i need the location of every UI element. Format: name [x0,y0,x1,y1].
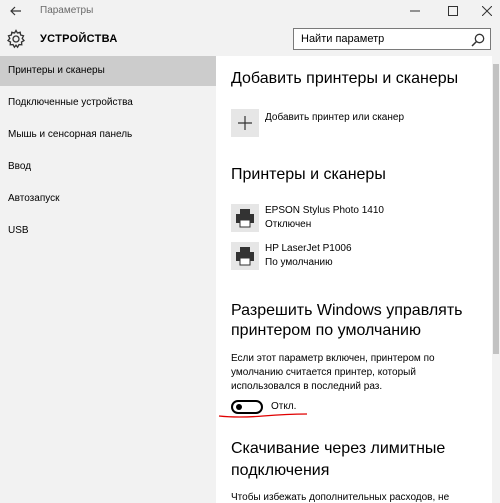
scrollbar-thumb[interactable] [493,64,499,354]
title-bar: Параметры [0,0,500,22]
add-printers-heading: Добавить принтеры и сканеры [231,70,459,87]
toggle-state-label: Откл. [271,401,297,412]
sidebar-item-label: Автозапуск [8,193,60,204]
maximize-icon [448,6,458,16]
sidebar-item-label: USB [8,225,29,236]
add-printer-button[interactable]: Добавить принтер или сканер [231,109,481,137]
close-button[interactable] [470,0,500,22]
metered-heading-line1: Скачивание через лимитные [231,440,446,457]
sidebar-item-label: Ввод [8,161,32,172]
printer-status: Отключен [265,219,312,230]
maximize-button[interactable] [436,0,470,22]
printer-icon [231,242,259,270]
settings-header: УСТРОЙСТВА Найти параметр [0,22,500,56]
sidebar-item-label: Мышь и сенсорная панель [8,129,133,140]
minimize-button[interactable] [398,0,432,22]
printer-status: По умолчанию [265,257,333,268]
gear-icon [7,29,25,49]
printer-item-hp[interactable]: HP LaserJet P1006 По умолчанию [231,242,481,270]
sidebar: Принтеры и сканеры Подключенные устройст… [0,56,216,503]
back-button[interactable] [6,2,26,20]
sidebar-item-label: Принтеры и сканеры [8,65,105,76]
sidebar-item-autoplay[interactable]: Автозапуск [0,184,216,214]
sidebar-item-connected-devices[interactable]: Подключенные устройства [0,88,216,118]
sidebar-item-printers-scanners[interactable]: Принтеры и сканеры [0,56,216,86]
sidebar-item-mouse-touchpad[interactable]: Мышь и сенсорная панель [0,120,216,150]
add-printer-label: Добавить принтер или сканер [265,112,405,123]
annotation-underline [218,413,308,418]
printer-item-epson[interactable]: EPSON Stylus Photo 1410 Отключен [231,204,481,232]
add-box [231,109,259,137]
plus-icon [238,116,252,130]
sidebar-item-usb[interactable]: USB [0,216,216,246]
printer-name: HP LaserJet P1006 [265,243,352,254]
window-title: Параметры [40,5,94,16]
default-printer-heading-line2: принтером по умолчанию [231,322,421,339]
page-title: УСТРОЙСТВА [40,33,118,45]
sidebar-item-label: Подключенные устройства [8,97,133,108]
main-content: Добавить принтеры и сканеры Добавить при… [216,56,492,503]
printer-name: EPSON Stylus Photo 1410 [265,205,384,216]
metered-heading-line2: подключения [231,462,330,479]
default-printer-description: Если этот параметр включен, принтером по… [231,353,435,392]
minimize-icon [410,10,420,12]
search-input[interactable]: Найти параметр [293,28,491,50]
close-icon [482,6,492,16]
search-icon[interactable] [470,32,486,48]
metered-description: Чтобы избежать дополнительных расходов, … [231,492,450,503]
scrollbar[interactable] [492,56,500,503]
printers-heading: Принтеры и сканеры [231,166,386,183]
printer-icon [231,204,259,232]
back-arrow-icon [10,6,21,16]
search-placeholder: Найти параметр [301,33,385,45]
toggle-knob [236,404,242,410]
default-printer-heading-line1: Разрешить Windows управлять [231,302,463,319]
sidebar-item-typing[interactable]: Ввод [0,152,216,182]
